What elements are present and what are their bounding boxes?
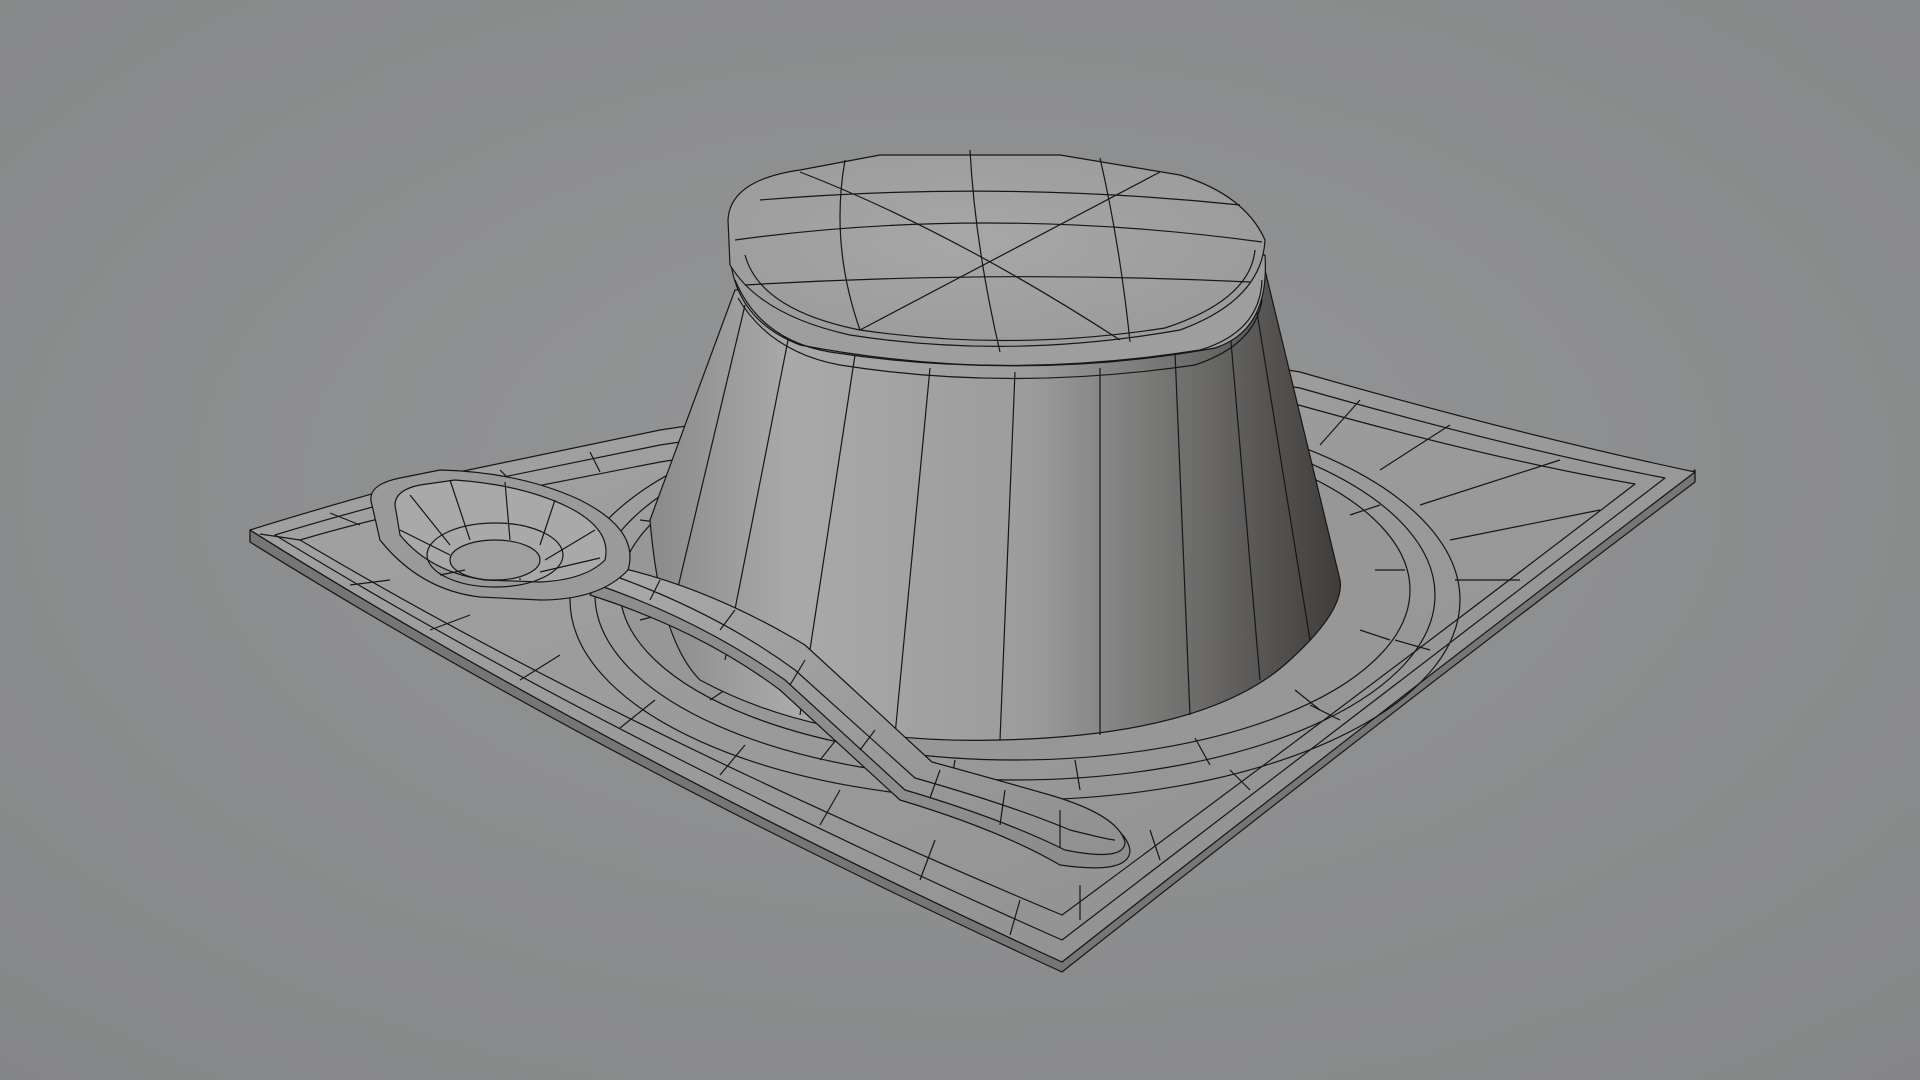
scene-render [0, 0, 1920, 1080]
3d-viewport [0, 0, 1920, 1080]
